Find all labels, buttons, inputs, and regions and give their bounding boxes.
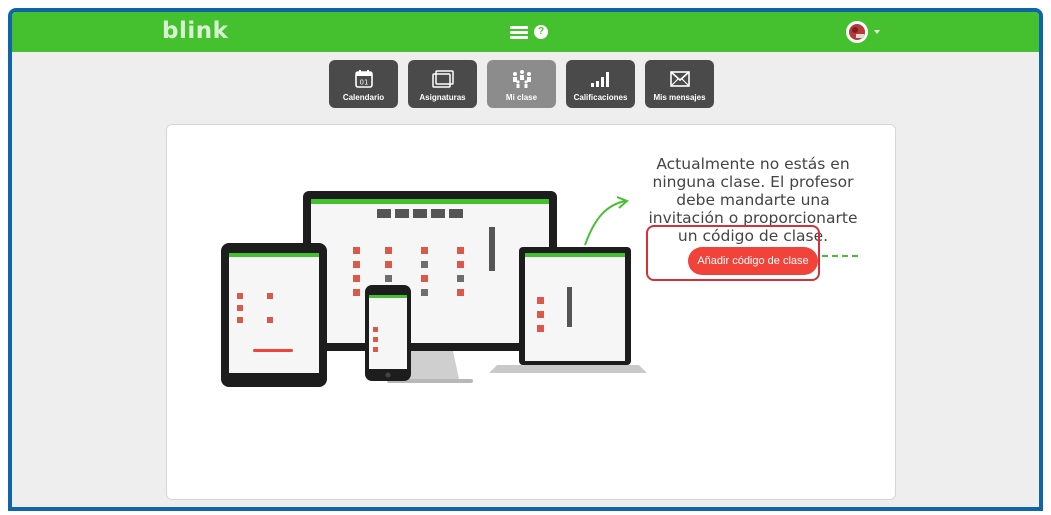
nav-calendario[interactable]: 01 Calendario bbox=[329, 60, 398, 108]
top-menu: ? bbox=[510, 22, 548, 42]
hamburger-menu-icon[interactable] bbox=[510, 25, 528, 39]
help-icon[interactable]: ? bbox=[534, 25, 548, 39]
nav-mi-clase[interactable]: Mi clase bbox=[487, 60, 556, 108]
nav-label: Calendario bbox=[342, 93, 385, 102]
cta-highlight bbox=[646, 225, 820, 281]
class-icon bbox=[509, 67, 535, 91]
devices-illustration bbox=[221, 191, 647, 387]
app-logo[interactable]: blink bbox=[162, 18, 228, 44]
main-nav: 01 Calendario Asignaturas Mi clase Calif… bbox=[329, 60, 714, 108]
nav-label: Mi clase bbox=[505, 93, 538, 102]
app-window: blink ? 01 Calendario Asignaturas Mi cla… bbox=[8, 8, 1043, 511]
nav-calificaciones[interactable]: Calificaciones bbox=[566, 60, 635, 108]
subjects-icon bbox=[431, 67, 455, 91]
calendar-day-text: 01 bbox=[359, 79, 368, 87]
annotation-dashed-line bbox=[822, 255, 860, 257]
grades-icon bbox=[589, 67, 613, 91]
nav-label: Mis mensajes bbox=[653, 93, 706, 102]
top-bar: blink ? bbox=[12, 12, 1039, 52]
avatar-dropdown-icon[interactable] bbox=[874, 30, 880, 34]
nav-mis-mensajes[interactable]: Mis mensajes bbox=[645, 60, 714, 108]
main-card: Actualmente no estás en ninguna clase. E… bbox=[166, 124, 896, 500]
calendar-icon: 01 bbox=[354, 67, 374, 91]
nav-label: Asignaturas bbox=[419, 93, 466, 102]
nav-asignaturas[interactable]: Asignaturas bbox=[408, 60, 477, 108]
envelope-icon bbox=[669, 67, 691, 91]
nav-label: Calificaciones bbox=[573, 93, 628, 102]
